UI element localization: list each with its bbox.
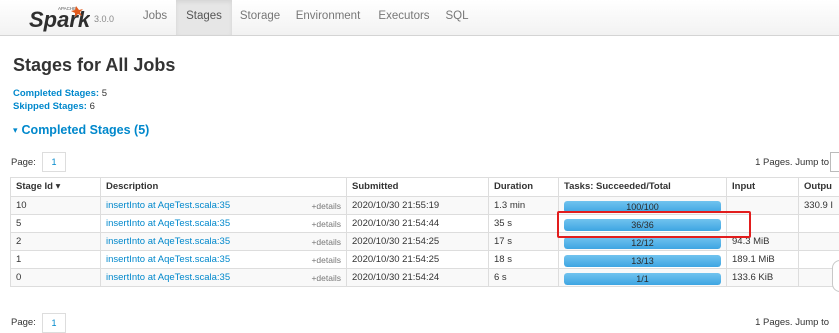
spark-version: 3.0.0 [94, 14, 114, 24]
tasks-progress-bar: 1/1 [564, 273, 721, 285]
nav-tab-environment[interactable]: Environment [287, 0, 369, 35]
jump-to-input-top[interactable] [830, 152, 839, 172]
output-size [799, 215, 839, 233]
tasks-progress-bar: 13/13 [564, 255, 721, 267]
input-size: 189.1 MiB [727, 251, 799, 269]
completed-stages-count: 5 [102, 88, 107, 99]
scroll-handle[interactable] [832, 260, 839, 292]
description-cell: insertInto at AqeTest.scala:35 +details [101, 215, 347, 233]
col-tasks[interactable]: Tasks: Succeeded/Total [559, 178, 727, 197]
submitted-time: 2020/10/30 21:54:25 [347, 233, 489, 251]
table-header-row: Stage Id ▾ Description Submitted Duratio… [11, 178, 839, 197]
description-cell: insertInto at AqeTest.scala:35 +details [101, 233, 347, 251]
details-toggle[interactable]: +details [311, 198, 341, 214]
nav-tab-sql[interactable]: SQL [437, 0, 477, 35]
nav-tab-stages[interactable]: Stages [176, 0, 232, 35]
apache-text: APACHE [58, 6, 76, 11]
submitted-time: 2020/10/30 21:55:19 [347, 197, 489, 215]
completed-stages-toggle[interactable]: ▾ Completed Stages (5) [13, 123, 149, 137]
highlight-box [557, 211, 751, 238]
stage-id: 0 [11, 269, 101, 287]
collapse-arrow-icon: ▾ [13, 125, 18, 136]
tasks-cell: 13/13 [559, 251, 727, 269]
pager-jump-top: 1 Pages. Jump to [755, 157, 829, 168]
duration: 17 s [489, 233, 559, 251]
page-title: Stages for All Jobs [13, 55, 175, 76]
completed-stages-summary: Completed Stages: 5 [13, 88, 107, 99]
pager-label-top: Page: [11, 157, 36, 168]
nav-tab-executors[interactable]: Executors [372, 0, 436, 35]
stage-id: 2 [11, 233, 101, 251]
col-submitted[interactable]: Submitted [347, 178, 489, 197]
stage-id: 1 [11, 251, 101, 269]
tasks-progress-bar: 12/12 [564, 237, 721, 249]
skipped-stages-link[interactable]: Skipped Stages: [13, 101, 87, 112]
pager-page-1-top[interactable]: 1 [42, 152, 66, 172]
description-link[interactable]: insertInto at AqeTest.scala:35 [106, 272, 230, 283]
description-link[interactable]: insertInto at AqeTest.scala:35 [106, 254, 230, 265]
completed-stages-heading: Completed Stages (5) [22, 123, 150, 137]
stage-id: 5 [11, 215, 101, 233]
description-link[interactable]: insertInto at AqeTest.scala:35 [106, 236, 230, 247]
pager-label-bottom: Page: [11, 317, 36, 328]
skipped-stages-count: 6 [90, 101, 95, 112]
table-row: 1 insertInto at AqeTest.scala:35 +details… [11, 251, 839, 269]
col-stage-id[interactable]: Stage Id ▾ [11, 178, 101, 197]
stage-id: 10 [11, 197, 101, 215]
duration: 1.3 min [489, 197, 559, 215]
col-description[interactable]: Description [101, 178, 347, 197]
details-toggle[interactable]: +details [311, 270, 341, 286]
pager-jump-bottom: 1 Pages. Jump to [755, 317, 829, 328]
details-toggle[interactable]: +details [311, 216, 341, 232]
duration: 18 s [489, 251, 559, 269]
input-size: 133.6 KiB [727, 269, 799, 287]
submitted-time: 2020/10/30 21:54:24 [347, 269, 489, 287]
description-link[interactable]: insertInto at AqeTest.scala:35 [106, 218, 230, 229]
nav-tab-storage[interactable]: Storage [234, 0, 286, 35]
output-size: 330.9 I [799, 197, 839, 215]
col-duration[interactable]: Duration [489, 178, 559, 197]
description-cell: insertInto at AqeTest.scala:35 +details [101, 251, 347, 269]
submitted-time: 2020/10/30 21:54:44 [347, 215, 489, 233]
description-link[interactable]: insertInto at AqeTest.scala:35 [106, 200, 230, 211]
description-cell: insertInto at AqeTest.scala:35 +details [101, 269, 347, 287]
submitted-time: 2020/10/30 21:54:25 [347, 251, 489, 269]
skipped-stages-summary: Skipped Stages: 6 [13, 101, 95, 112]
col-input[interactable]: Input [727, 178, 799, 197]
pager-page-1-bottom[interactable]: 1 [42, 313, 66, 333]
nav-tab-jobs[interactable]: Jobs [135, 0, 175, 35]
tasks-progress-label: 13/13 [564, 255, 721, 267]
tasks-cell: 1/1 [559, 269, 727, 287]
duration: 6 s [489, 269, 559, 287]
spark-logo[interactable]: Spark APACHE [28, 0, 90, 35]
completed-stages-link[interactable]: Completed Stages: [13, 88, 99, 99]
details-toggle[interactable]: +details [311, 234, 341, 250]
details-toggle[interactable]: +details [311, 252, 341, 268]
tasks-progress-label: 1/1 [564, 273, 721, 285]
table-row: 0 insertInto at AqeTest.scala:35 +details… [11, 269, 839, 287]
col-output[interactable]: Outpu [799, 178, 839, 197]
tasks-progress-label: 12/12 [564, 237, 721, 249]
output-size [799, 233, 839, 251]
duration: 35 s [489, 215, 559, 233]
top-navbar: Spark APACHE 3.0.0 Jobs Stages Storage E… [0, 0, 839, 36]
description-cell: insertInto at AqeTest.scala:35 +details [101, 197, 347, 215]
